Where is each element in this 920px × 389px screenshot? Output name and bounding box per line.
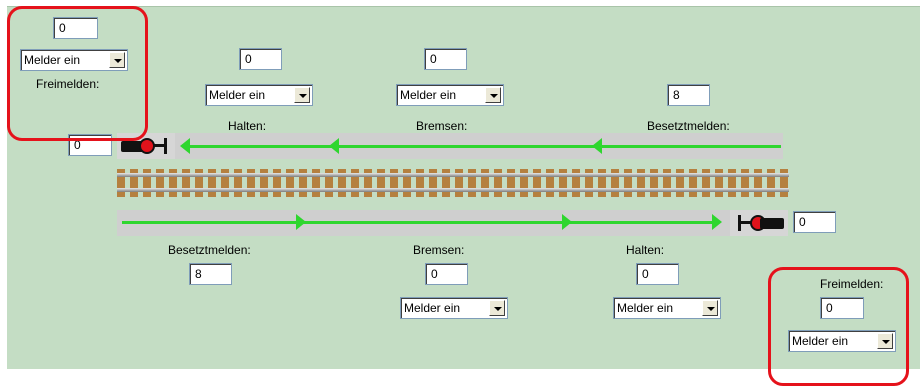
bottom-bremsen-input[interactable]: 0 xyxy=(425,263,468,285)
top-halten-label: Halten: xyxy=(228,119,267,133)
arrow-left-icon xyxy=(329,138,339,154)
chevron-down-icon[interactable] xyxy=(702,300,718,316)
bottom-besetztmelden-input[interactable]: 8 xyxy=(189,263,232,285)
top-halten-select[interactable]: Melder ein xyxy=(205,84,313,106)
arrow-right-icon xyxy=(562,214,572,230)
select-value: Melder ein xyxy=(617,301,674,315)
bottom-besetztmelden-label: Besetztmelden: xyxy=(168,243,251,257)
chevron-down-icon[interactable] xyxy=(489,300,505,316)
highlight-box xyxy=(7,6,148,141)
top-direction-line xyxy=(190,145,781,148)
track-rail xyxy=(117,173,789,177)
top-bremsen-select[interactable]: Melder ein xyxy=(396,84,504,106)
top-besetztmelden-input[interactable]: 8 xyxy=(667,84,710,106)
arrow-right-icon xyxy=(712,214,722,230)
highlight-box xyxy=(768,267,909,386)
top-halten-input[interactable]: 0 xyxy=(239,48,282,70)
select-value: Melder ein xyxy=(400,88,457,102)
arrow-right-icon xyxy=(296,214,306,230)
bottom-direction-line xyxy=(122,221,718,224)
track-signal-icon[interactable] xyxy=(730,210,788,236)
bottom-bremsen-select[interactable]: Melder ein xyxy=(400,297,508,319)
arrow-left-icon xyxy=(180,138,190,154)
bottom-signal-input[interactable]: 0 xyxy=(793,211,836,233)
bottom-halten-select[interactable]: Melder ein xyxy=(613,297,721,319)
bottom-bremsen-label: Bremsen: xyxy=(413,243,465,257)
chevron-down-icon[interactable] xyxy=(294,87,310,103)
track-image xyxy=(117,162,789,202)
select-value: Melder ein xyxy=(404,301,461,315)
bottom-halten-input[interactable]: 0 xyxy=(636,263,679,285)
bottom-halten-label: Halten: xyxy=(626,243,665,257)
chevron-down-icon[interactable] xyxy=(485,87,501,103)
top-besetztmelden-label: Besetztmelden: xyxy=(647,119,730,133)
track-rail xyxy=(117,188,789,192)
top-bremsen-label: Bremsen: xyxy=(416,119,468,133)
arrow-left-icon xyxy=(592,138,602,154)
select-value: Melder ein xyxy=(209,88,266,102)
top-bremsen-input[interactable]: 0 xyxy=(424,48,467,70)
